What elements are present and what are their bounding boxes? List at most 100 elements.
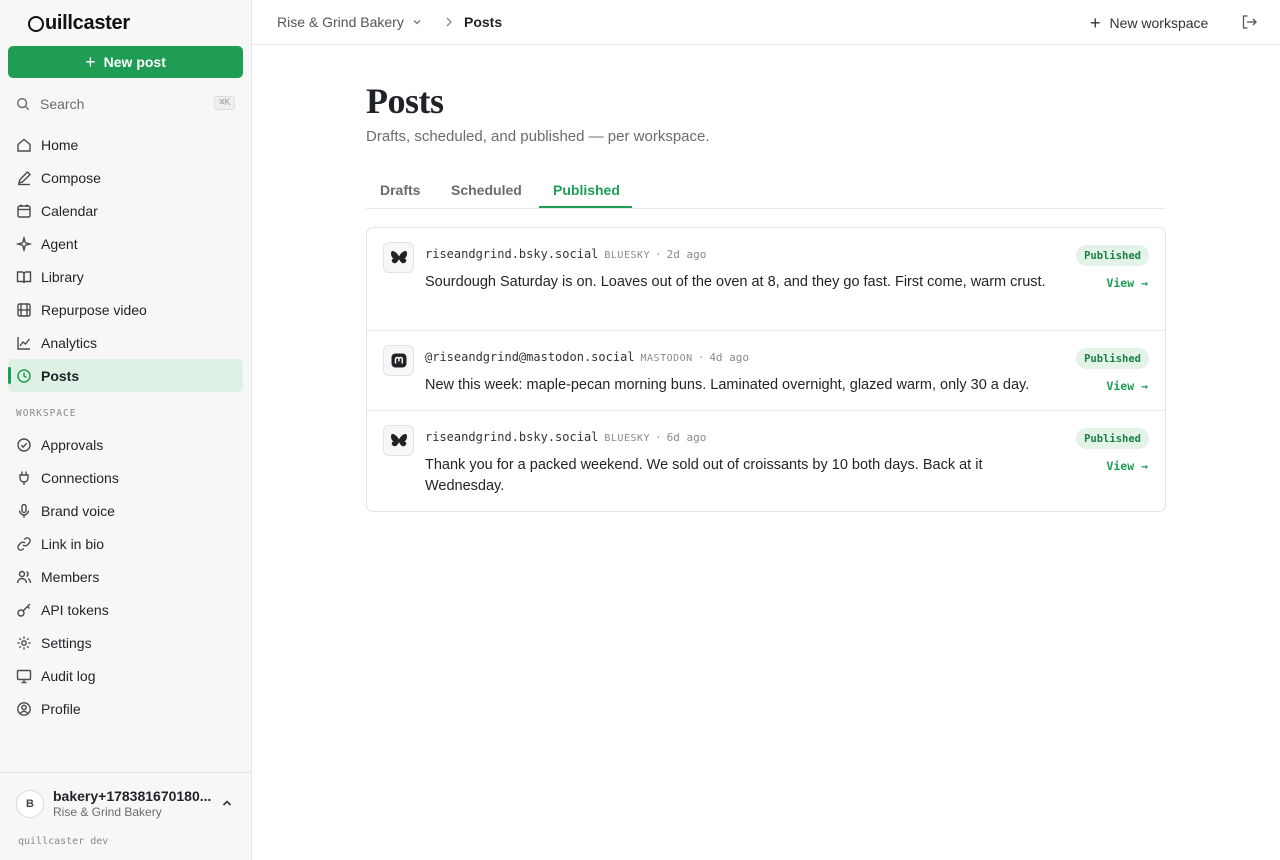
post-meta: riseandgrind.bsky.social BLUESKY · 2d ago — [425, 247, 706, 261]
nav-item-label: Approvals — [41, 436, 104, 453]
account-org: Rise & Grind Bakery — [53, 805, 162, 819]
nav-item-link-in-bio[interactable]: Link in bio — [8, 527, 243, 560]
new-post-button[interactable]: + New post — [8, 46, 243, 78]
check-circle-icon — [17, 437, 31, 452]
chart-icon — [17, 336, 31, 350]
nav-item-audit-log[interactable]: Audit log — [8, 659, 243, 692]
nav-item-label: Posts — [41, 367, 80, 384]
post-age: 2d ago — [666, 248, 707, 261]
nav-item-brand-voice[interactable]: Brand voice — [8, 494, 243, 527]
post-meta: riseandgrind.bsky.social BLUESKY · 6d ago — [425, 430, 706, 444]
monitor-icon — [16, 669, 32, 683]
key-icon — [17, 603, 31, 617]
post-network: BLUESKY — [604, 250, 651, 261]
environment-label: quillcaster dev — [18, 836, 109, 847]
logo-q-mark — [28, 15, 44, 32]
chevron-up-icon — [222, 800, 232, 806]
clock-icon — [17, 368, 31, 383]
chevron-down-icon — [413, 20, 421, 25]
nav-item-approvals[interactable]: Approvals — [8, 428, 243, 461]
sidebar: uillcaster + New post Search ⌘K Home Com… — [0, 0, 252, 860]
logout-icon[interactable] — [1241, 14, 1258, 30]
workspace-section-label: WORKSPACE — [16, 408, 77, 419]
nav-item-members[interactable]: Members — [8, 560, 243, 593]
butterfly-icon — [390, 433, 407, 446]
network-avatar — [383, 242, 414, 273]
status-badge: Published — [1076, 245, 1149, 266]
nav-item-label: Connections — [41, 469, 119, 486]
primary-nav: Home Compose Calendar Agent Library Repu… — [8, 128, 243, 392]
gear-icon — [17, 636, 31, 649]
search-button[interactable]: Search ⌘K — [8, 90, 243, 118]
tab-published[interactable]: Published — [553, 182, 620, 198]
plus-icon: + — [85, 52, 96, 72]
topbar: Rise & Grind Bakery Posts + New workspac… — [252, 0, 1280, 45]
post-text: Sourdough Saturday is on. Loaves out of … — [425, 274, 1046, 290]
breadcrumb-separator-icon — [446, 17, 452, 27]
meta-separator: · — [697, 351, 705, 364]
nav-item-posts[interactable]: Posts — [8, 359, 243, 392]
nav-item-label: Analytics — [41, 334, 98, 351]
nav-item-connections[interactable]: Connections — [8, 461, 243, 494]
workspace-switcher[interactable]: Rise & Grind Bakery — [277, 14, 422, 30]
nav-item-label: Repurpose video — [41, 301, 147, 318]
view-post-link[interactable]: View → — [1106, 276, 1148, 290]
post-age: 4d ago — [709, 351, 750, 364]
nav-item-agent[interactable]: Agent — [8, 227, 243, 260]
list-item: riseandgrind.bsky.social BLUESKY · 2d ago S… — [367, 228, 1165, 330]
app-logo[interactable]: uillcaster — [28, 12, 130, 35]
film-icon — [17, 302, 31, 317]
new-workspace-button[interactable]: + New workspace — [1090, 14, 1208, 32]
user-circle-icon — [17, 701, 31, 716]
nav-item-settings[interactable]: Settings — [8, 626, 243, 659]
breadcrumb-page: Posts — [464, 14, 503, 30]
nav-item-library[interactable]: Library — [8, 260, 243, 293]
pen-icon — [17, 170, 31, 185]
view-post-link[interactable]: View → — [1106, 459, 1148, 473]
post-handle: riseandgrind.bsky.social — [425, 247, 599, 261]
posts-list: riseandgrind.bsky.social BLUESKY · 2d ago S… — [366, 227, 1166, 512]
nav-item-label: Link in bio — [41, 535, 105, 552]
page-subtitle: Drafts, scheduled, and published — per w… — [366, 128, 710, 145]
nav-item-api-tokens[interactable]: API tokens — [8, 593, 243, 626]
list-item: riseandgrind.bsky.social BLUESKY · 6d ago T… — [367, 410, 1165, 511]
tab-drafts[interactable]: Drafts — [380, 182, 420, 198]
tab-scheduled[interactable]: Scheduled — [451, 182, 522, 198]
meta-separator: · — [655, 248, 662, 261]
nav-item-analytics[interactable]: Analytics — [8, 326, 243, 359]
butterfly-icon — [390, 250, 407, 263]
nav-item-calendar[interactable]: Calendar — [8, 194, 243, 227]
post-text: Thank you for a packed weekend. We sold … — [425, 457, 983, 494]
nav-item-compose[interactable]: Compose — [8, 161, 243, 194]
mastodon-icon — [391, 353, 406, 367]
plus-icon: + — [1090, 13, 1101, 33]
new-workspace-label: New workspace — [1109, 15, 1209, 31]
nav-item-label: Members — [41, 568, 100, 585]
active-tab-indicator — [539, 206, 632, 208]
nav-item-label: Profile — [41, 700, 81, 717]
plug-icon — [19, 471, 29, 485]
account-switcher[interactable]: B bakery+178381670180... Rise & Grind Ba… — [0, 772, 251, 834]
main-content: Rise & Grind Bakery Posts + New workspac… — [252, 0, 1280, 860]
meta-separator: · — [655, 431, 662, 444]
post-age: 6d ago — [666, 431, 707, 444]
mic-icon — [18, 503, 30, 517]
post-network: MASTODON — [640, 353, 693, 364]
nav-item-label: Agent — [41, 235, 78, 252]
status-badge: Published — [1076, 428, 1149, 449]
post-meta: @riseandgrind@mastodon.social MASTODON · 4d… — [425, 350, 749, 364]
nav-item-profile[interactable]: Profile — [8, 692, 243, 725]
view-post-link[interactable]: View → — [1106, 379, 1148, 393]
nav-item-label: Calendar — [41, 202, 98, 219]
calendar-icon — [17, 204, 31, 218]
nav-item-repurpose-video[interactable]: Repurpose video — [8, 293, 243, 326]
search-label: Search — [40, 96, 85, 112]
post-text: New this week: maple-pecan morning buns.… — [425, 377, 1030, 393]
nav-item-home[interactable]: Home — [8, 128, 243, 161]
list-item: @riseandgrind@mastodon.social MASTODON · 4d… — [367, 330, 1165, 410]
users-icon — [16, 570, 32, 583]
nav-item-label: Brand voice — [41, 502, 115, 519]
sparkle-icon — [16, 235, 32, 252]
post-status-tabs: Drafts Scheduled Published — [366, 172, 1166, 209]
account-name: bakery+178381670180... — [53, 788, 212, 804]
